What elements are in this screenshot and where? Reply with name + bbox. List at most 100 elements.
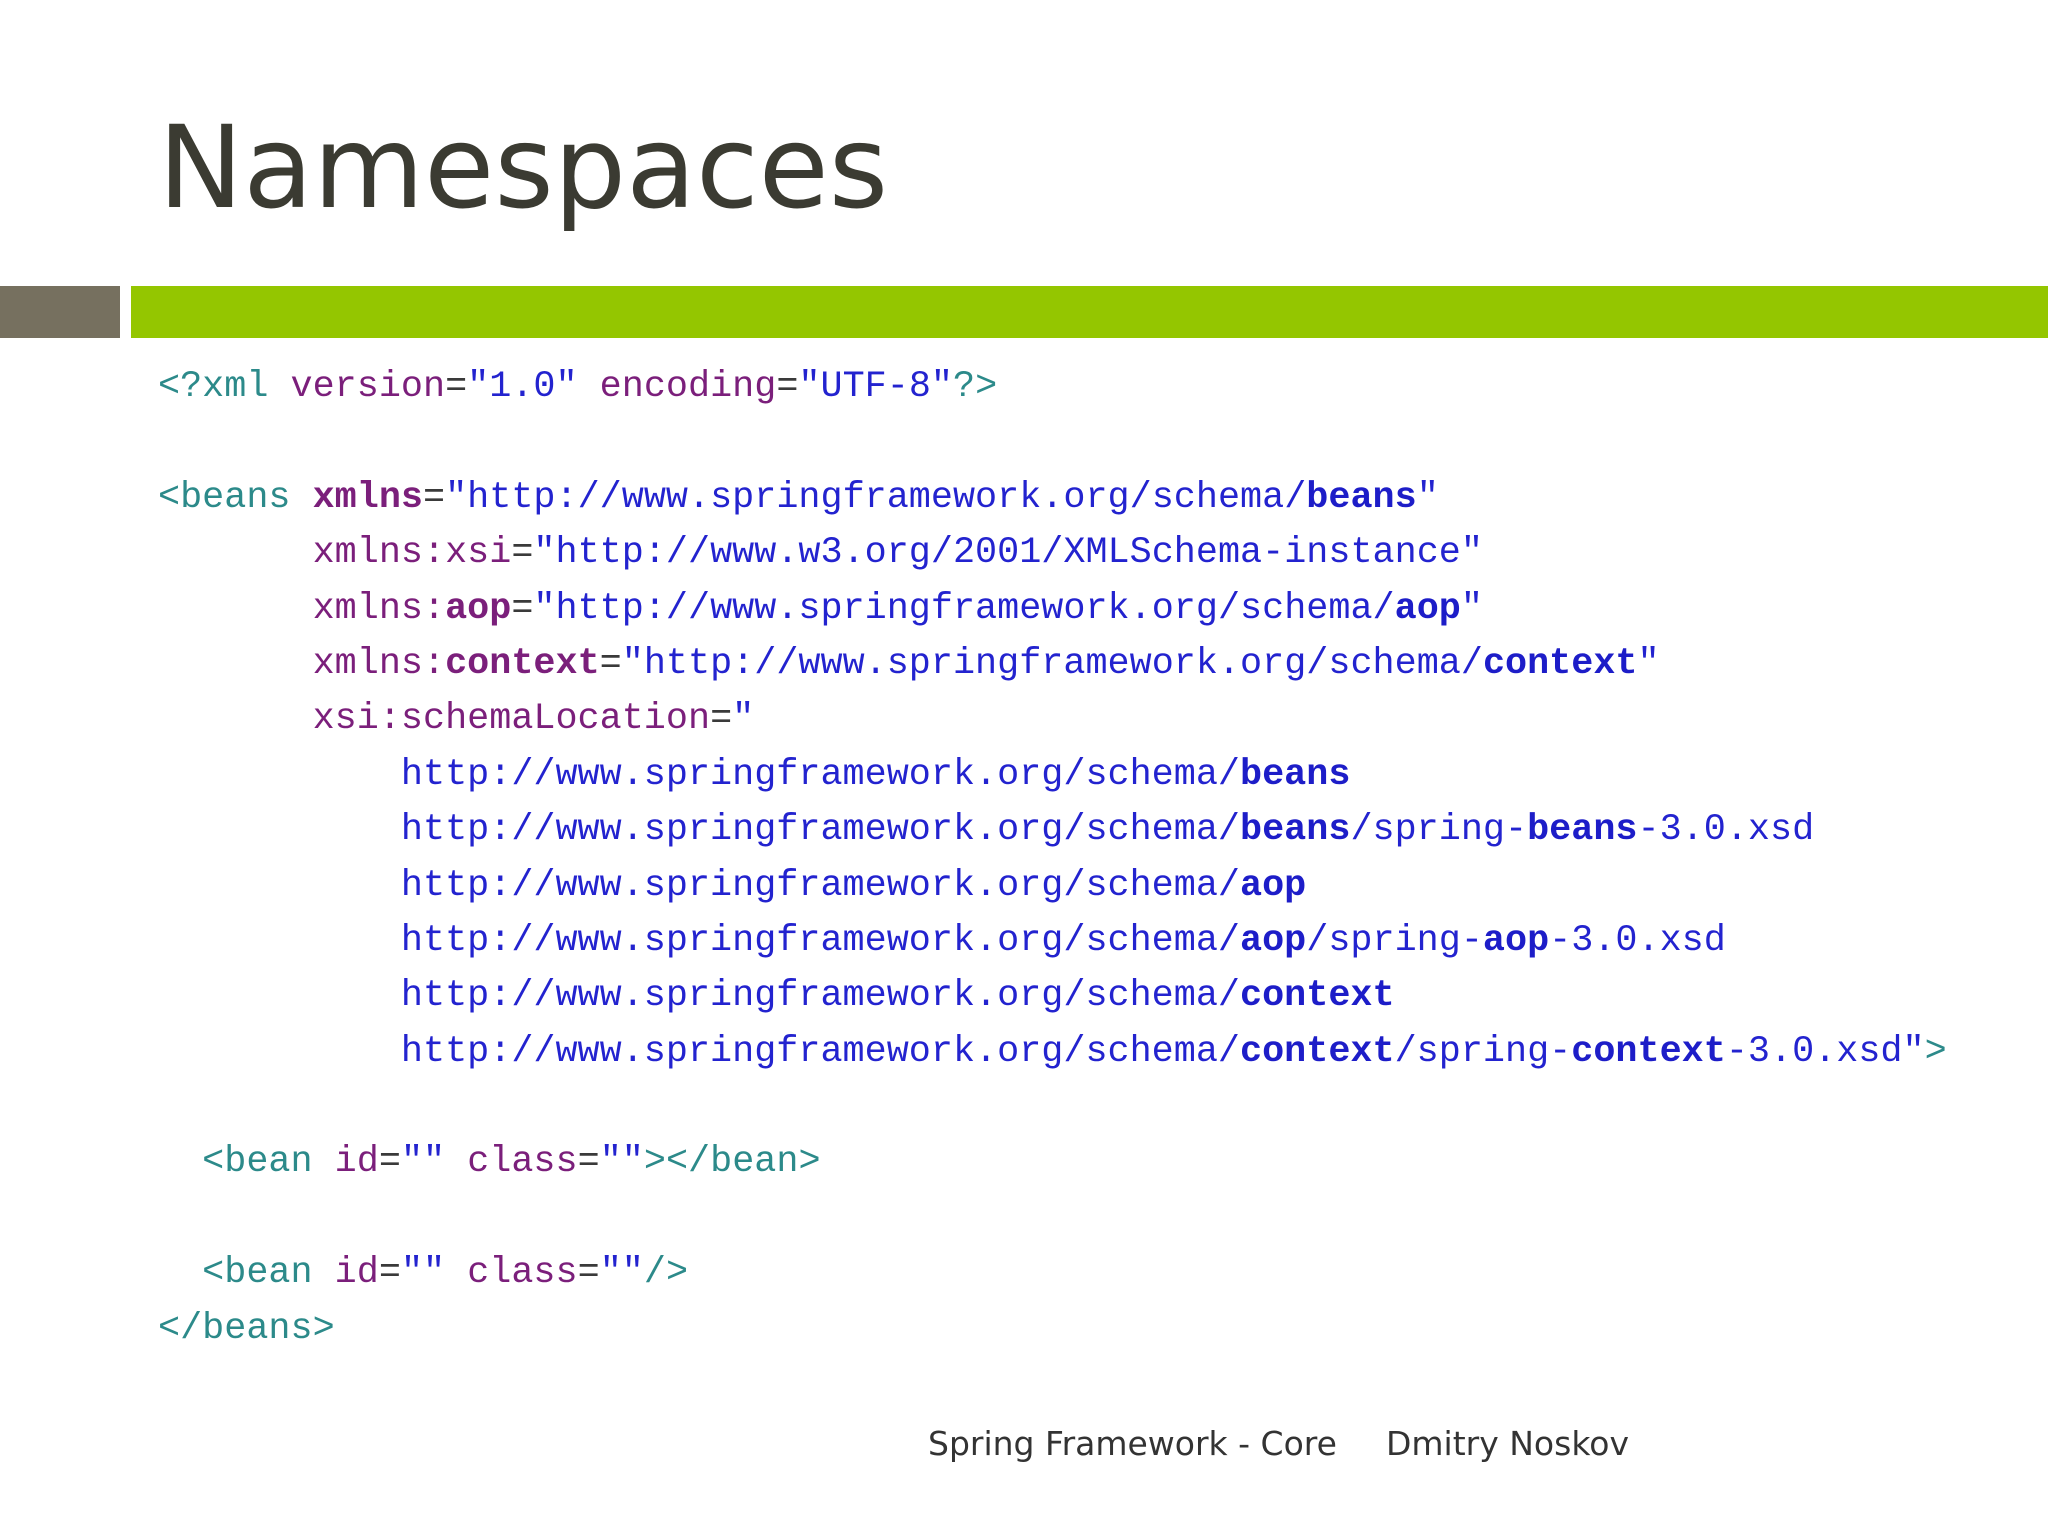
code-token: aop xyxy=(445,587,512,630)
code-token: xmlns xyxy=(312,476,423,519)
code-token: id xyxy=(334,1141,379,1184)
code-line: xmlns:context="http://www.springframewor… xyxy=(158,637,1947,692)
code-token: "" xyxy=(400,1252,468,1295)
code-token: beans xyxy=(1306,476,1417,519)
code-block: <?xml version="1.0" encoding="UTF-8"?> <… xyxy=(158,360,1947,1357)
code-token: " xyxy=(1460,587,1483,630)
code-token: beans xyxy=(1527,809,1638,852)
code-token: <?xml xyxy=(158,366,291,408)
code-token: <bean xyxy=(202,1252,335,1295)
code-token: = xyxy=(599,642,622,685)
code-token: context xyxy=(1482,642,1638,685)
code-token: = xyxy=(511,587,534,630)
code-token: context xyxy=(445,642,600,685)
code-token: http://www.springframework.org/schema/ xyxy=(400,864,1241,907)
code-line: <bean id="" class=""></bean> xyxy=(158,1135,1947,1190)
code-line: http://www.springframework.org/schema/be… xyxy=(158,748,1947,803)
code-line: <?xml version="1.0" encoding="UTF-8"?> xyxy=(158,360,1947,415)
code-token: = xyxy=(511,532,534,575)
code-token: = xyxy=(423,476,446,519)
code-token: = xyxy=(710,698,733,741)
code-token: "" xyxy=(599,1252,644,1295)
code-token: id xyxy=(334,1252,379,1295)
code-token: = xyxy=(577,1252,600,1295)
code-token: -3.0.xsd xyxy=(1637,809,1815,852)
footer-course: Spring Framework - Core xyxy=(928,1424,1337,1463)
code-token: class xyxy=(467,1252,578,1295)
code-token: xsi:schemaLocation xyxy=(312,698,711,741)
code-line: http://www.springframework.org/schema/ao… xyxy=(158,859,1947,914)
code-token: context xyxy=(1240,975,1395,1018)
code-token: http://www.springframework.org/schema/ xyxy=(400,753,1241,796)
code-token: "http://www.springframework.org/schema/ xyxy=(621,642,1483,685)
code-token: class xyxy=(467,1141,578,1184)
code-token: "" xyxy=(599,1141,644,1184)
code-token: version xyxy=(290,366,446,408)
code-token: encoding xyxy=(599,366,777,408)
code-token: "" xyxy=(400,1141,468,1184)
side-accent-bar xyxy=(0,286,120,338)
code-token: beans xyxy=(1240,753,1351,796)
code-line: http://www.springframework.org/schema/ao… xyxy=(158,914,1947,969)
code-line: <beans xmlns="http://www.springframework… xyxy=(158,471,1947,526)
code-token: /spring- xyxy=(1306,919,1483,962)
code-token: http://www.springframework.org/schema/ xyxy=(400,919,1241,962)
code-token: "1.0" xyxy=(467,366,600,408)
code-line: xmlns:xsi="http://www.w3.org/2001/XMLSch… xyxy=(158,526,1947,581)
code-token: /spring- xyxy=(1350,809,1528,852)
slide: Namespaces <?xml version="1.0" encoding=… xyxy=(0,0,2048,1536)
code-token: aop xyxy=(1394,587,1461,630)
code-line: <bean id="" class=""/> xyxy=(158,1246,1947,1301)
code-token: -3.0.xsd" xyxy=(1725,1030,1925,1073)
code-token: ?> xyxy=(953,366,998,408)
code-token: beans xyxy=(1240,809,1351,852)
code-token: " xyxy=(1416,476,1439,519)
code-token: "UTF-8" xyxy=(798,366,953,408)
code-line: http://www.springframework.org/schema/co… xyxy=(158,1025,1947,1080)
code-token: "http://www.springframework.org/schema/ xyxy=(533,587,1395,630)
title-underline-bar xyxy=(131,286,2048,338)
footer-author: Dmitry Noskov xyxy=(1386,1424,1629,1463)
code-token: ></bean> xyxy=(643,1141,821,1184)
code-token: <beans xyxy=(158,476,313,519)
code-token: > xyxy=(1924,1030,1947,1073)
code-token: aop xyxy=(1482,919,1550,962)
code-token: /spring- xyxy=(1394,1030,1572,1073)
code-token: " xyxy=(732,698,755,741)
code-line: </beans> xyxy=(158,1302,1947,1357)
code-line: http://www.springframework.org/schema/be… xyxy=(158,803,1947,858)
code-token: http://www.springframework.org/schema/ xyxy=(400,975,1241,1018)
code-token: http://www.springframework.org/schema/ xyxy=(400,809,1241,852)
code-token: xmlns:xsi xyxy=(312,532,512,575)
code-token: xmlns: xyxy=(312,642,446,685)
code-token: context xyxy=(1240,1030,1395,1073)
code-token: context xyxy=(1571,1030,1726,1073)
code-token: "http://www.w3.org/2001/XMLSchema-instan… xyxy=(533,532,1483,575)
code-token: </beans> xyxy=(158,1307,335,1350)
code-token: -3.0.xsd xyxy=(1549,919,1726,962)
code-token: = xyxy=(577,1141,600,1184)
code-token: xmlns: xyxy=(312,587,446,630)
slide-title: Namespaces xyxy=(158,101,889,234)
code-token: "http://www.springframework.org/schema/ xyxy=(445,476,1307,519)
code-token: <bean xyxy=(202,1141,335,1184)
code-token: = xyxy=(776,366,799,408)
code-line: xsi:schemaLocation=" xyxy=(158,692,1947,747)
code-line: http://www.springframework.org/schema/co… xyxy=(158,969,1947,1024)
code-token: http://www.springframework.org/schema/ xyxy=(400,1030,1241,1073)
code-token: = xyxy=(378,1252,401,1295)
